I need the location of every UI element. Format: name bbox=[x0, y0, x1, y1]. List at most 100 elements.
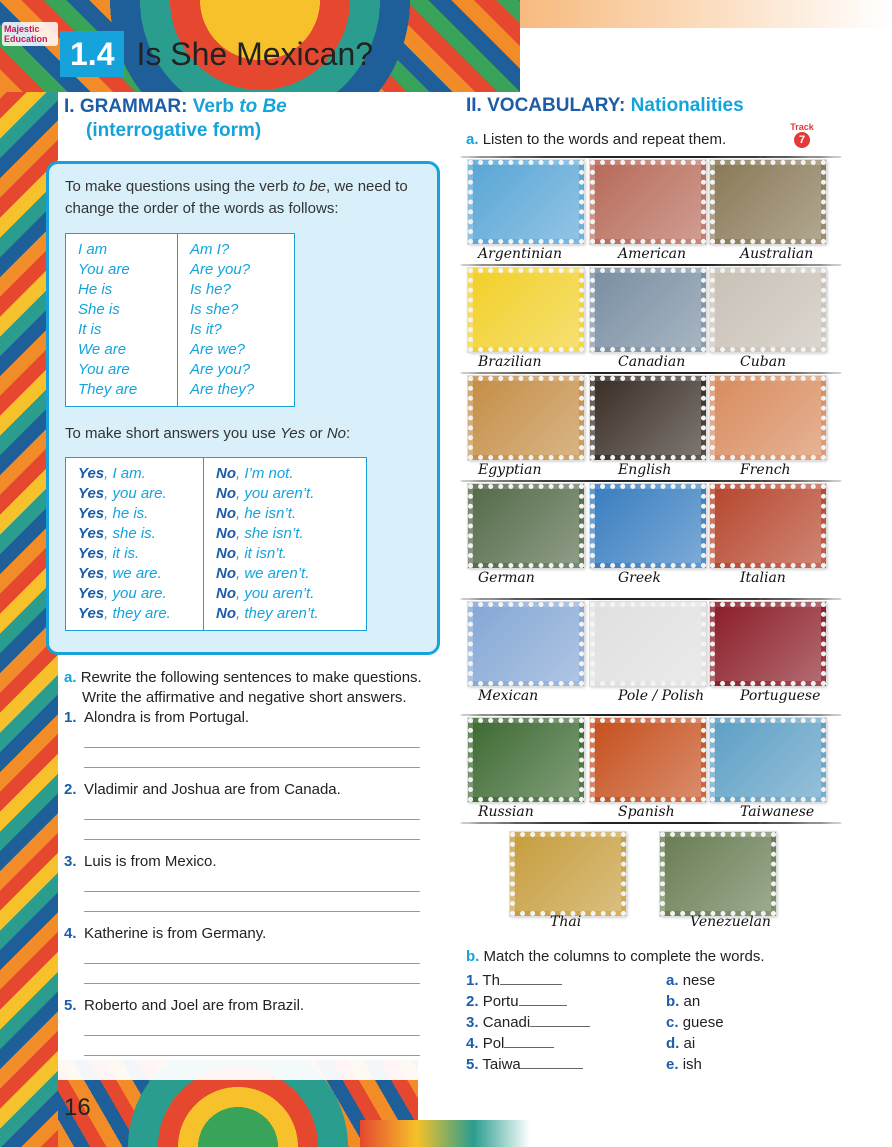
clothesline bbox=[460, 822, 842, 824]
nationality-label: Canadian bbox=[618, 354, 686, 370]
nationality-photo bbox=[709, 375, 827, 461]
answer-line[interactable] bbox=[84, 1016, 420, 1036]
vocabulary-heading-label: II. VOCABULARY: bbox=[466, 95, 626, 116]
answer-line[interactable] bbox=[84, 1036, 420, 1056]
nationality-photo bbox=[709, 601, 827, 687]
answer-line[interactable] bbox=[84, 748, 420, 768]
match-blank[interactable] bbox=[518, 992, 567, 1006]
no-answer: No, you aren’t. bbox=[216, 585, 315, 602]
yes-answer: Yes, you are. bbox=[78, 585, 167, 602]
match-blank[interactable] bbox=[499, 971, 562, 985]
nationality-photo bbox=[509, 831, 627, 917]
nationality-photo bbox=[467, 159, 585, 245]
nationality-label: Greek bbox=[618, 570, 661, 586]
match-right-item: d. ai bbox=[666, 1035, 696, 1052]
yes-answer: Yes, she is. bbox=[78, 525, 156, 542]
answer-line[interactable] bbox=[84, 728, 420, 748]
track-label: Track bbox=[790, 122, 814, 132]
grammar-intro: To make questions using the verb to be, … bbox=[65, 176, 421, 220]
yes-answer: Yes, you are. bbox=[78, 485, 167, 502]
answer-line[interactable] bbox=[84, 820, 420, 840]
yes-answer: Yes, he is. bbox=[78, 505, 149, 522]
nationality-label: Russian bbox=[478, 804, 534, 820]
clothesline bbox=[460, 264, 842, 266]
answer-line[interactable] bbox=[84, 872, 420, 892]
answer-line[interactable] bbox=[84, 800, 420, 820]
item-number: 1. bbox=[64, 709, 77, 726]
clothesline bbox=[460, 480, 842, 482]
no-answer: No, it isn’t. bbox=[216, 545, 287, 562]
statement: She is bbox=[78, 301, 120, 318]
grammar-heading-sub2: (interrogative form) bbox=[86, 120, 262, 141]
nationality-photo bbox=[589, 159, 707, 245]
match-blank[interactable] bbox=[504, 1034, 555, 1048]
exercise-b-text: Match the columns to complete the words. bbox=[483, 948, 765, 965]
exercise-a-instruction: a. Rewrite the following sentences to ma… bbox=[64, 668, 424, 708]
nationality-label: English bbox=[618, 462, 672, 478]
match-right-item: b. an bbox=[666, 993, 701, 1010]
vocabulary-instruction: a. Listen to the words and repeat them. bbox=[466, 131, 726, 148]
short-intro-yes: Yes bbox=[280, 425, 306, 442]
nationality-photo bbox=[467, 483, 585, 569]
grammar-box: To make questions using the verb to be, … bbox=[46, 161, 440, 655]
question: Is it? bbox=[190, 321, 222, 338]
item-text: Roberto and Joel are from Brazil. bbox=[84, 997, 305, 1014]
match-left-item: 2. Portu bbox=[466, 991, 567, 1012]
grammar-heading-em: to Be bbox=[239, 96, 287, 117]
exercise-a-text: Rewrite the following sentences to make … bbox=[80, 669, 422, 706]
yes-answers-column: Yes, I am. Yes, you are. Yes, he is. Yes… bbox=[65, 457, 204, 631]
grammar-intro-em: to be bbox=[292, 178, 327, 195]
no-answer: No, we aren’t. bbox=[216, 565, 310, 582]
match-blank[interactable] bbox=[520, 1055, 583, 1069]
exercise-item: 4. Katherine is from Germany. bbox=[64, 924, 424, 944]
item-number: 2. bbox=[64, 781, 77, 798]
statement: You are bbox=[78, 261, 130, 278]
statement: It is bbox=[78, 321, 102, 338]
answer-line[interactable] bbox=[84, 892, 420, 912]
track-number: 7 bbox=[794, 132, 810, 148]
question: Are you? bbox=[190, 361, 251, 378]
questions-column: Am I? Are you? Is he? Is she? Is it? Are… bbox=[177, 233, 295, 407]
nationality-label: French bbox=[740, 462, 791, 478]
lesson-title-text: Is She Mexican? bbox=[136, 35, 374, 72]
no-answer: No, they aren’t. bbox=[216, 605, 319, 622]
exercise-item: 2. Vladimir and Joshua are from Canada. bbox=[64, 780, 424, 800]
question: Is she? bbox=[190, 301, 239, 318]
nationality-label: Egyptian bbox=[478, 462, 542, 478]
clothesline bbox=[460, 156, 842, 158]
short-intro-or: or bbox=[309, 425, 323, 442]
yes-answer: Yes, it is. bbox=[78, 545, 140, 562]
exercise-b-letter: b. bbox=[466, 948, 480, 965]
nationality-photo bbox=[589, 267, 707, 353]
clothesline bbox=[460, 598, 842, 600]
exercise-item: 1. Alondra is from Portugal. bbox=[64, 708, 424, 728]
short-intro-text: To make short answers you use bbox=[65, 425, 276, 442]
decorative-border-bottom-right bbox=[360, 1120, 530, 1147]
vocabulary-a-letter: a. bbox=[466, 131, 479, 148]
item-text: Alondra is from Portugal. bbox=[84, 709, 250, 726]
grammar-intro-part1: To make questions using the verb bbox=[65, 178, 289, 195]
match-blank[interactable] bbox=[530, 1013, 591, 1027]
no-answer: No, she isn’t. bbox=[216, 525, 304, 542]
statements-column: I am You are He is She is It is We are Y… bbox=[65, 233, 178, 407]
decorative-border-top-fade bbox=[520, 0, 892, 28]
nationality-label: Taiwanese bbox=[740, 804, 815, 820]
nationality-photo bbox=[589, 483, 707, 569]
nationality-label: Brazilian bbox=[478, 354, 542, 370]
short-answer-table: Yes, I am. Yes, you are. Yes, he is. Yes… bbox=[65, 457, 367, 631]
nationality-label: Argentinian bbox=[478, 246, 563, 262]
nationality-photo bbox=[589, 601, 707, 687]
vocabulary-heading: II. VOCABULARY: Nationalities bbox=[466, 95, 744, 117]
yes-answer: Yes, we are. bbox=[78, 565, 162, 582]
grammar-heading-label: I. GRAMMAR: bbox=[64, 96, 188, 117]
grammar-heading-sub1: Verb bbox=[192, 96, 234, 117]
exercise-item: 5. Roberto and Joel are from Brazil. bbox=[64, 996, 424, 1016]
short-answer-intro: To make short answers you use Yes or No: bbox=[65, 423, 421, 445]
nationality-photo bbox=[709, 159, 827, 245]
answer-line[interactable] bbox=[84, 964, 420, 984]
nationality-label: Cuban bbox=[740, 354, 787, 370]
answer-line[interactable] bbox=[84, 944, 420, 964]
item-text: Luis is from Mexico. bbox=[84, 853, 217, 870]
statement: You are bbox=[78, 361, 130, 378]
audio-track-headphones-icon[interactable]: Track 7 bbox=[788, 122, 816, 152]
